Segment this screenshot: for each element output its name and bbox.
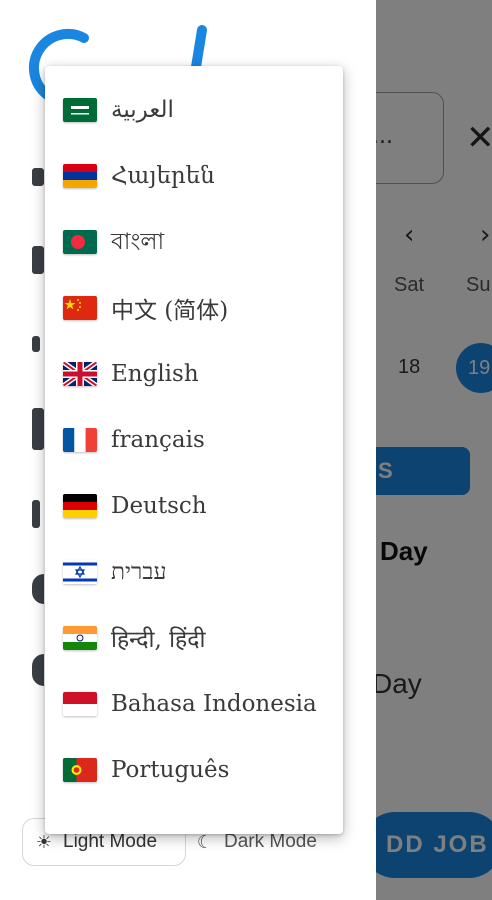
language-label: Deutsch bbox=[111, 493, 207, 519]
language-option-chinese-simplified[interactable]: 中文 (简体) bbox=[45, 275, 343, 341]
language-option-french[interactable]: français bbox=[45, 407, 343, 473]
reports-icon[interactable] bbox=[32, 500, 40, 528]
china-flag-icon bbox=[63, 296, 97, 320]
sun-icon: ☀ bbox=[35, 831, 53, 852]
language-label: हिन्दी, हिंदी bbox=[111, 627, 206, 653]
language-label: Português bbox=[111, 757, 230, 783]
language-option-armenian[interactable]: Հայերեն bbox=[45, 143, 343, 209]
profile-icon[interactable] bbox=[32, 168, 44, 186]
language-option-hebrew[interactable]: עברית bbox=[45, 539, 343, 605]
language-label: বাংলা bbox=[111, 228, 165, 255]
settings-icon[interactable] bbox=[32, 574, 44, 604]
language-option-english[interactable]: English bbox=[45, 341, 343, 407]
language-label: עברית bbox=[111, 559, 167, 585]
germany-flag-icon bbox=[63, 494, 97, 518]
language-option-indonesian[interactable]: Bahasa Indonesia bbox=[45, 671, 343, 737]
indonesia-flag-icon bbox=[63, 692, 97, 716]
light-mode-label: Light Mode bbox=[63, 831, 158, 852]
language-label: Bahasa Indonesia bbox=[111, 691, 317, 717]
language-option-bangla[interactable]: বাংলা bbox=[45, 209, 343, 275]
language-option-arabic[interactable]: العربية bbox=[45, 77, 343, 143]
language-label: 中文 (简体) bbox=[111, 298, 229, 324]
calendar-icon[interactable] bbox=[32, 246, 44, 274]
language-label: Հայերեն bbox=[111, 163, 215, 189]
help-icon[interactable] bbox=[32, 654, 44, 686]
armenia-flag-icon bbox=[63, 164, 97, 188]
bangladesh-flag-icon bbox=[63, 230, 97, 254]
israel-flag-icon bbox=[63, 560, 97, 584]
language-label: English bbox=[111, 361, 199, 387]
dark-mode-label: Dark Mode bbox=[224, 831, 317, 852]
language-option-hindi[interactable]: हिन्दी, हिंदी bbox=[45, 605, 343, 671]
portugal-flag-icon bbox=[63, 758, 97, 782]
india-flag-icon bbox=[63, 626, 97, 650]
united-kingdom-flag-icon bbox=[63, 362, 97, 386]
documents-icon[interactable] bbox=[32, 408, 44, 450]
language-option-portuguese[interactable]: Português bbox=[45, 737, 343, 803]
saudi-arabia-flag-icon bbox=[63, 98, 97, 122]
jobs-icon[interactable] bbox=[32, 336, 40, 352]
france-flag-icon bbox=[63, 428, 97, 452]
language-menu: العربية Հայերեն বাংলা 中文 (简体) English fr… bbox=[45, 66, 343, 834]
language-label: français bbox=[111, 427, 205, 453]
language-option-german[interactable]: Deutsch bbox=[45, 473, 343, 539]
language-label: العربية bbox=[111, 97, 174, 123]
moon-icon: ☾ bbox=[196, 831, 214, 852]
